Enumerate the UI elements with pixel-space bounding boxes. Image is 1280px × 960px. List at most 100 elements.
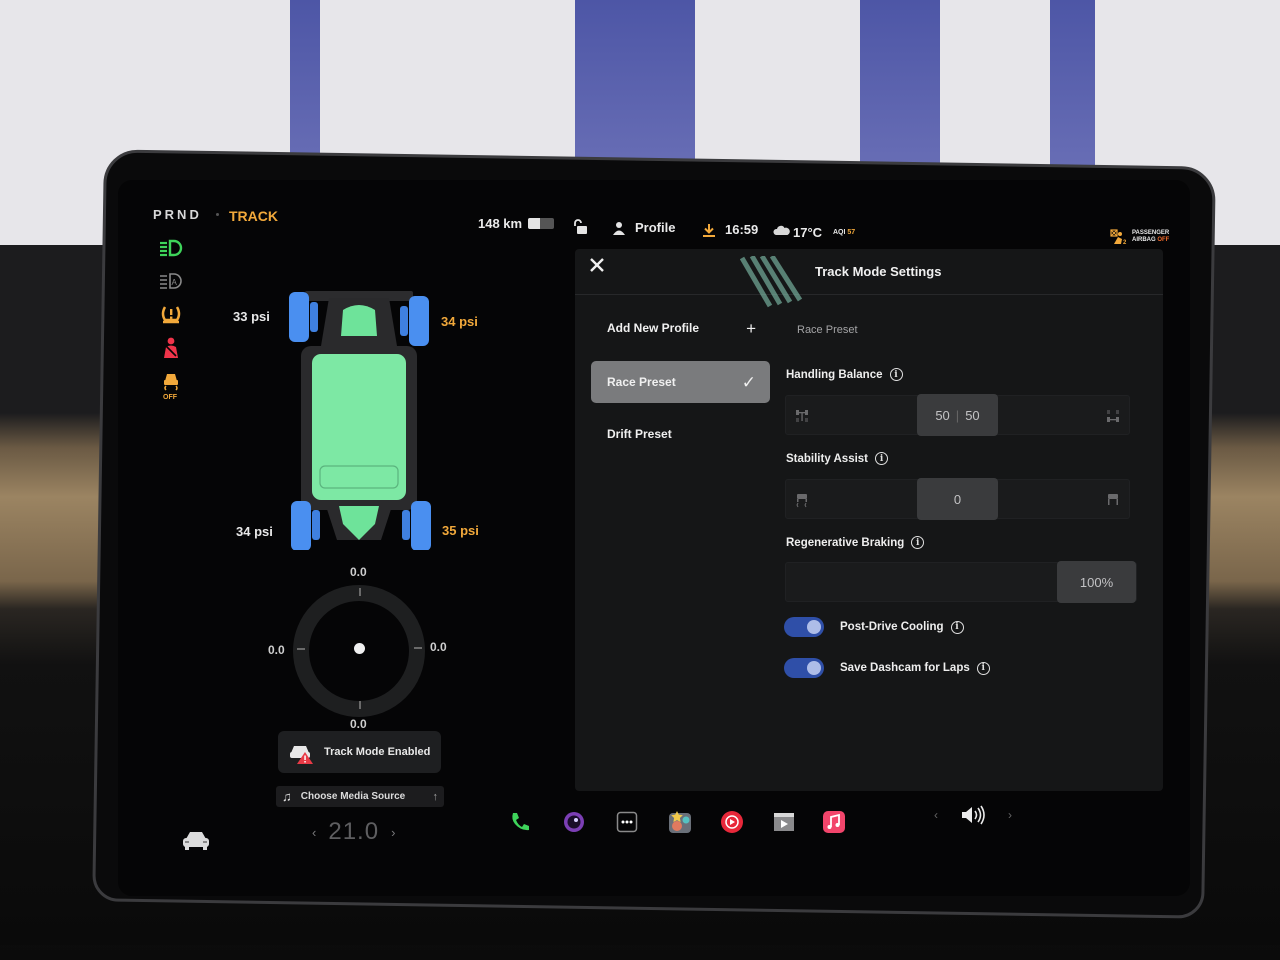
- battery-pack: [312, 354, 406, 500]
- profile-button[interactable]: Profile: [612, 220, 675, 235]
- outside-temperature: 17°C: [793, 225, 823, 240]
- temperature-decrease-button[interactable]: ‹: [312, 825, 316, 840]
- active-profile-heading: Race Preset: [797, 324, 858, 336]
- front-right-tire: [400, 296, 429, 346]
- profile-label: Add New Profile: [607, 321, 700, 335]
- stability-assist-slider[interactable]: 0: [785, 478, 1130, 520]
- g-meter-tick: [414, 647, 422, 649]
- cloudy-weather-icon: [773, 224, 791, 236]
- profile-label: Drift Preset: [607, 427, 672, 441]
- gear-selector: PRND: [153, 207, 202, 222]
- g-meter-tick: [359, 701, 361, 709]
- track-mode-warning-icon: [290, 746, 313, 764]
- toggle-label: Post-Drive Cooling i: [840, 620, 964, 634]
- traction-control-off-icon: OFF: [156, 370, 186, 400]
- front-motor: [341, 305, 377, 336]
- regenerative-braking-thumb[interactable]: 100%: [1057, 561, 1136, 603]
- regenerative-braking-label: Regenerative Braking i: [786, 536, 925, 549]
- front-bias-icon: [796, 410, 808, 422]
- climate-temperature-control: ‹ 21.0 ›: [312, 818, 395, 846]
- profile-drift-preset[interactable]: Drift Preset: [591, 413, 770, 455]
- g-meter-right-value: 0.0: [430, 640, 447, 654]
- tire-pressure-front-left: 33 psi: [233, 309, 270, 324]
- close-icon[interactable]: [589, 257, 605, 273]
- stability-assist-label: Stability Assist i: [786, 452, 889, 465]
- seatbelt-warning-icon: [156, 335, 186, 361]
- save-dashcam-row: Save Dashcam for Laps i: [784, 658, 990, 678]
- tire-pressure-rear-right: 35 psi: [442, 523, 479, 538]
- handling-balance-thumb[interactable]: 50 | 50: [917, 394, 998, 436]
- profile-label: Profile: [635, 220, 676, 235]
- passenger-airbag-icon: 2: [1110, 229, 1127, 245]
- post-drive-cooling-row: Post-Drive Cooling i: [784, 617, 964, 637]
- add-new-profile-button[interactable]: Add New Profile +: [591, 307, 770, 349]
- svg-text:A: A: [172, 278, 178, 287]
- profile-label: Race Preset: [607, 375, 676, 389]
- cabin-temperature: 21.0: [328, 818, 380, 845]
- youtube-music-icon[interactable]: [720, 810, 744, 834]
- auto-headlight-icon: A: [156, 268, 186, 294]
- g-meter-bottom-value: 0.0: [350, 717, 367, 731]
- phone-icon[interactable]: [508, 810, 532, 834]
- notification-text: Track Mode Enabled: [324, 746, 431, 758]
- info-icon[interactable]: i: [950, 620, 964, 634]
- g-meter-tick: [297, 648, 305, 650]
- rear-bias-icon: [1107, 410, 1119, 422]
- toggle-label: Save Dashcam for Laps i: [840, 661, 990, 675]
- car-icon: [183, 832, 209, 850]
- download-icon[interactable]: [702, 223, 716, 237]
- vehicle-chassis-diagram: [289, 291, 431, 550]
- handling-balance-slider[interactable]: 50 | 50: [785, 394, 1130, 436]
- drive-mode-label: TRACK: [229, 208, 278, 224]
- handling-balance-label: Handling Balance i: [786, 368, 903, 381]
- track-mode-settings-panel: Track Mode Settings Add New Profile + Ra…: [575, 249, 1163, 791]
- air-quality-index: AQI 57: [833, 229, 856, 236]
- g-meter-top-value: 0.0: [350, 565, 367, 579]
- battery-icon: [528, 218, 555, 229]
- temperature-increase-button[interactable]: ›: [391, 825, 395, 840]
- more-apps-icon[interactable]: [615, 810, 639, 834]
- info-icon[interactable]: i: [976, 661, 990, 675]
- profile-race-preset[interactable]: Race Preset ✓: [591, 361, 770, 403]
- panel-header: Track Mode Settings: [575, 249, 1163, 295]
- g-force-indicator: [354, 643, 365, 654]
- battery-range: 148 km: [478, 216, 555, 231]
- checkmark-icon: ✓: [741, 373, 756, 392]
- theater-icon[interactable]: [772, 810, 796, 834]
- user-icon: [613, 221, 625, 235]
- tire-pressure-rear-left: 34 psi: [236, 524, 273, 539]
- regenerative-braking-slider[interactable]: 100%: [785, 561, 1137, 603]
- stability-assist-thumb[interactable]: 0: [917, 478, 998, 520]
- svg-text:2: 2: [1123, 240, 1127, 245]
- save-dashcam-toggle[interactable]: [784, 658, 824, 678]
- tire-pressure-front-right: 34 psi: [441, 314, 478, 329]
- apple-music-icon[interactable]: [822, 810, 846, 834]
- choose-media-source-button[interactable]: ♫ Choose Media Source ↑: [276, 786, 444, 807]
- panel-title: Track Mode Settings: [815, 264, 942, 279]
- g-meter-left-value: 0.0: [268, 643, 285, 657]
- camera-icon[interactable]: [562, 810, 586, 834]
- passenger-airbag-status: 2 PASSENGER AIRBAG OFF: [1110, 229, 1169, 245]
- toybox-icon[interactable]: [668, 810, 692, 834]
- plus-icon: +: [746, 319, 756, 338]
- info-icon[interactable]: i: [875, 452, 889, 465]
- range-value: 148 km: [478, 216, 523, 231]
- media-source-label: Choose Media Source: [300, 791, 406, 802]
- tire-pressure-warning-icon: [156, 301, 186, 327]
- info-icon[interactable]: i: [911, 536, 925, 549]
- unlocked-icon[interactable]: [572, 219, 588, 235]
- gear-separator: [216, 213, 219, 216]
- battery-fill: [528, 218, 540, 229]
- post-drive-cooling-toggle[interactable]: [784, 617, 824, 637]
- volume-up-button[interactable]: ›: [1008, 808, 1012, 822]
- arrow-up-icon[interactable]: ↑: [433, 791, 439, 803]
- speaker-icon[interactable]: [960, 805, 986, 825]
- car-controls-button[interactable]: [180, 828, 212, 852]
- info-icon[interactable]: i: [889, 368, 903, 381]
- track-mode-notification[interactable]: Track Mode Enabled: [278, 731, 441, 773]
- svg-text:OFF: OFF: [163, 394, 178, 400]
- stability-low-icon: [796, 494, 807, 508]
- g-meter-tick: [359, 588, 361, 596]
- volume-down-button[interactable]: ‹: [934, 808, 938, 822]
- clock: 16:59: [725, 222, 759, 237]
